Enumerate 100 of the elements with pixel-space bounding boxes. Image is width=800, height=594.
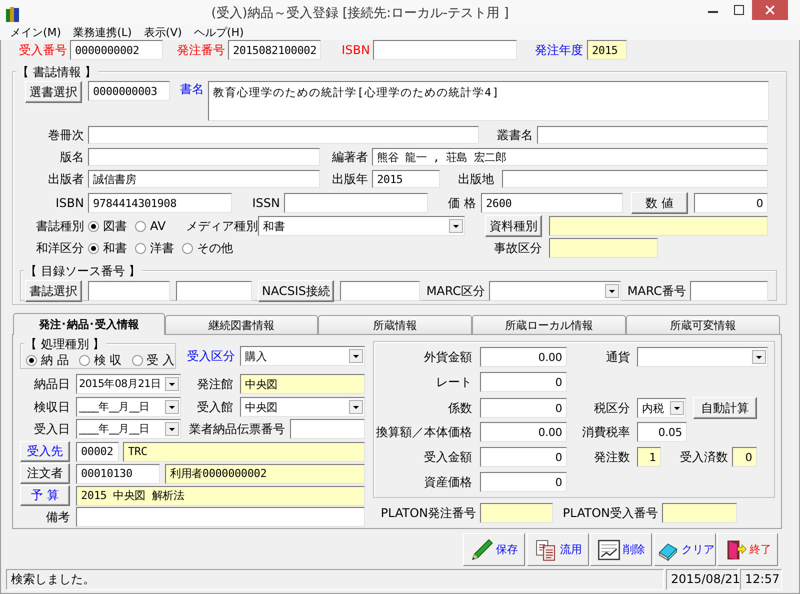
text-field[interactable]: 1 bbox=[637, 447, 661, 467]
text-field[interactable] bbox=[88, 148, 320, 166]
field-label: 叢書名 bbox=[496, 126, 533, 144]
action-button[interactable]: NACSIS接続 bbox=[258, 280, 334, 302]
reuse-button[interactable]: 流用 bbox=[527, 533, 589, 566]
text-field[interactable]: 0 bbox=[480, 398, 567, 418]
text-field[interactable]: 熊谷 龍一 , 荘島 宏二郎 bbox=[372, 148, 768, 166]
caret-icon bbox=[165, 400, 179, 414]
text-field[interactable]: 中央図 bbox=[240, 374, 365, 394]
field-label: 係数 bbox=[447, 400, 472, 416]
close-button[interactable] bbox=[752, 0, 788, 20]
radio-button[interactable]: AV bbox=[135, 219, 166, 233]
text-field[interactable]: 0.00 bbox=[480, 422, 567, 442]
radio-button[interactable]: 受 入 bbox=[132, 352, 174, 369]
caret-icon bbox=[670, 401, 684, 415]
clear-button[interactable]: クリア bbox=[654, 533, 716, 566]
text-field[interactable]: 2015082100002 bbox=[228, 40, 321, 60]
field-label: PLATON受入番号 bbox=[562, 504, 658, 522]
tab[interactable]: 所蔵可変情報 bbox=[626, 315, 780, 334]
dropdown[interactable]: 購入 bbox=[240, 346, 365, 366]
text-field[interactable] bbox=[480, 503, 553, 523]
action-button[interactable]: 受入先 bbox=[20, 441, 70, 462]
action-button[interactable]: 自動計算 bbox=[693, 397, 757, 419]
radio-button[interactable]: 検 収 bbox=[78, 352, 122, 369]
field-label: 受入区分 bbox=[186, 348, 235, 364]
text-field[interactable]: 0 bbox=[480, 472, 567, 492]
text-field[interactable] bbox=[373, 40, 517, 60]
radio-button[interactable]: 図書 bbox=[88, 218, 127, 234]
date-picker[interactable]: ____年__月__日 bbox=[76, 397, 181, 417]
text-field[interactable] bbox=[340, 281, 420, 301]
text-field[interactable]: 0 bbox=[480, 447, 567, 467]
save-button[interactable]: 保存 bbox=[463, 533, 525, 566]
text-field[interactable]: 00002 bbox=[76, 442, 119, 462]
text-area[interactable]: 教育心理学のための統計学[心理学のための統計学4] bbox=[208, 81, 769, 121]
menu-item[interactable]: ヘルプ(H) bbox=[194, 26, 244, 40]
radio-button[interactable]: 洋書 bbox=[135, 240, 174, 256]
text-field[interactable] bbox=[549, 216, 768, 236]
tab[interactable]: 継続図書情報 bbox=[165, 315, 318, 334]
field-label: 備考 bbox=[45, 508, 70, 526]
action-button[interactable]: 資料種別 bbox=[485, 215, 542, 237]
action-button[interactable]: 書誌選択 bbox=[25, 280, 82, 302]
action-button[interactable]: 予 算 bbox=[20, 485, 70, 506]
action-button[interactable]: 注文者 bbox=[20, 463, 70, 484]
text-field[interactable] bbox=[284, 193, 428, 213]
radio-button[interactable]: 和書 bbox=[88, 240, 127, 256]
text-field[interactable]: 2600 bbox=[481, 193, 623, 213]
radio-button[interactable]: その他 bbox=[182, 240, 233, 256]
books-icon bbox=[6, 6, 20, 22]
field-label: 和洋区分 bbox=[35, 240, 84, 256]
dropdown[interactable]: 内税 bbox=[637, 398, 686, 418]
menu-item[interactable]: メイン(M) bbox=[10, 26, 62, 40]
exit-button[interactable]: 終了 bbox=[717, 533, 778, 566]
text-field[interactable] bbox=[76, 507, 365, 527]
menu-item[interactable]: 表示(V) bbox=[144, 26, 182, 40]
text-field[interactable] bbox=[502, 170, 768, 188]
text-field[interactable] bbox=[290, 419, 365, 439]
text-field[interactable]: 0.05 bbox=[637, 422, 687, 442]
dropdown[interactable]: 中央図 bbox=[240, 397, 365, 417]
dropdown[interactable] bbox=[637, 347, 768, 367]
field-label: 換算額／本体価格 bbox=[376, 424, 472, 440]
tab[interactable]: 所蔵情報 bbox=[318, 315, 472, 334]
text-field[interactable] bbox=[176, 281, 252, 301]
text-field[interactable]: 2015 bbox=[587, 40, 627, 60]
text-field[interactable] bbox=[537, 126, 768, 144]
text-field[interactable]: 誠信書房 bbox=[88, 170, 320, 188]
text-field[interactable] bbox=[549, 238, 658, 258]
dropdown[interactable] bbox=[489, 281, 621, 301]
date-picker[interactable]: 2015年08月21日 bbox=[76, 374, 181, 394]
text-field[interactable]: 利用者0000000002 bbox=[165, 464, 365, 484]
action-button[interactable]: 選書選択 bbox=[25, 81, 82, 103]
tab[interactable]: 発注･納品･受入情報 bbox=[13, 313, 165, 335]
text-field[interactable]: TRC bbox=[123, 442, 365, 462]
text-field[interactable]: 0000000003 bbox=[88, 81, 170, 101]
date-picker[interactable]: ____年__月__日 bbox=[76, 419, 181, 439]
menu-item[interactable]: 業務連携(L) bbox=[73, 26, 132, 40]
field-label: 受入日 bbox=[33, 420, 70, 438]
tab[interactable]: 所蔵ローカル情報 bbox=[472, 315, 626, 334]
field-label: 事故区分 bbox=[493, 240, 542, 256]
action-button[interactable]: 数 値 bbox=[631, 192, 688, 214]
text-field[interactable]: 00010130 bbox=[76, 464, 160, 484]
text-field[interactable] bbox=[690, 281, 768, 301]
caret-icon bbox=[349, 349, 363, 363]
text-field[interactable] bbox=[662, 503, 737, 523]
text-field[interactable]: 0000000002 bbox=[70, 40, 163, 60]
field-label: 価 格 bbox=[447, 194, 476, 212]
text-field[interactable]: 9784414301908 bbox=[88, 193, 232, 213]
text-field[interactable]: 2015 bbox=[372, 170, 440, 188]
field-label: 書誌種別 bbox=[35, 218, 84, 234]
dropdown[interactable]: 和書 bbox=[258, 216, 465, 236]
text-field[interactable] bbox=[88, 281, 170, 301]
text-field[interactable]: 0.00 bbox=[480, 347, 567, 367]
text-field[interactable]: 0 bbox=[480, 372, 567, 392]
text-field[interactable] bbox=[88, 126, 479, 144]
text-field[interactable]: 0 bbox=[732, 447, 757, 467]
delete-button[interactable]: 削除 bbox=[590, 533, 652, 566]
text-field[interactable]: 0 bbox=[694, 193, 768, 213]
radio-button[interactable]: 納 品 bbox=[26, 352, 69, 369]
field-label: 巻冊次 bbox=[47, 126, 84, 144]
field-label: 発注数 bbox=[593, 448, 630, 466]
text-field[interactable]: 2015 中央図 解析法 bbox=[76, 486, 365, 506]
